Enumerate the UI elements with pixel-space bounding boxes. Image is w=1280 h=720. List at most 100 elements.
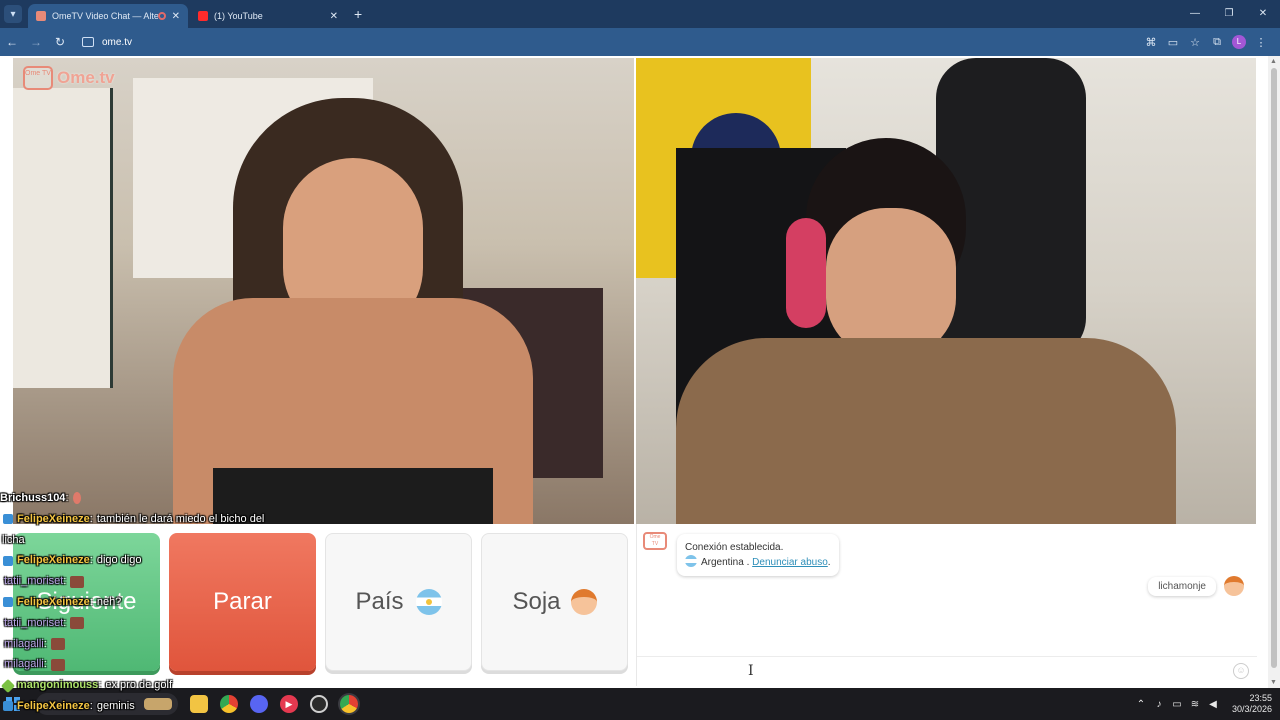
chat-input[interactable] xyxy=(637,657,1217,685)
ometv-page: Ome TV Ome.tv Siguiente Parar País Soja … xyxy=(0,56,1280,712)
system-bubble: Conexión establecida. Argentina . Denunc… xyxy=(677,534,839,576)
forward-button[interactable]: → xyxy=(24,35,48,49)
overlay-message: también le dará miedo el bicho del xyxy=(96,512,265,525)
close-tab-icon[interactable]: ✕ xyxy=(172,11,180,22)
overlay-user: FelipeXeineze xyxy=(17,595,90,608)
clock-time: 23:55 xyxy=(1249,693,1272,703)
stranger-video: Ome TV Ome.tv xyxy=(13,58,634,524)
menu-icon[interactable]: ⋮ xyxy=(1250,36,1272,49)
overlay-user: FelipeXeineze xyxy=(17,699,90,712)
tab-search-button[interactable]: ▾ xyxy=(4,5,22,23)
tab-title: OmeTV Video Chat — Alte xyxy=(52,11,158,21)
tab-ometv[interactable]: OmeTV Video Chat — Alte ✕ xyxy=(28,4,188,28)
new-tab-button[interactable]: + xyxy=(354,6,362,22)
clock[interactable]: 23:55 30/3/2026 xyxy=(1232,693,1272,715)
tab-youtube[interactable]: (1) YouTube ✕ xyxy=(190,4,346,28)
scroll-up-icon[interactable]: ▲ xyxy=(1270,58,1277,65)
overlay-sep: : xyxy=(89,699,93,712)
camera-site-icon xyxy=(82,37,94,47)
overlay-message: digo digo xyxy=(96,554,142,567)
overlay-sep: : xyxy=(63,616,67,629)
overlay-row: milagalli : xyxy=(0,654,320,675)
chat-panel: Ome TV Conexión establecida. Argentina . … xyxy=(636,524,1257,686)
overlay-sep: : xyxy=(43,637,47,650)
overlay-user: FelipeXeineze xyxy=(17,512,90,525)
reload-button[interactable]: ↻ xyxy=(48,35,72,49)
overlay-row: FelipeXeineze : geminis xyxy=(0,696,320,717)
page-scrollbar[interactable]: ▲ ▼ xyxy=(1268,56,1280,688)
bookmark-star-icon[interactable]: ☆ xyxy=(1184,36,1206,49)
emote-icon xyxy=(50,658,65,671)
chrome-profile-icon[interactable] xyxy=(340,695,358,713)
partner-country: Argentina xyxy=(701,557,744,568)
ometv-logo-text: Ome.tv xyxy=(57,68,115,87)
ometv-logo[interactable]: Ome TV Ome.tv xyxy=(23,66,115,90)
scrollbar-thumb[interactable] xyxy=(1271,68,1277,668)
overlay-user: milagalli xyxy=(4,637,44,650)
url-text: ome.tv xyxy=(102,36,133,48)
stream-chat-overlay: Brichuss104 : FelipeXeineze : también le … xyxy=(0,488,320,717)
address-toolbar: ← → ↻ ome.tv ⌘ ▭ ☆ ⧉ L ⋮ xyxy=(0,28,1280,56)
emoji-icon[interactable]: ☺ xyxy=(1233,663,1249,679)
overlay-user: Brichuss104 xyxy=(0,492,66,504)
overlay-user: milagalli xyxy=(4,658,44,671)
volume-icon[interactable]: ◀ xyxy=(1204,699,1222,710)
tab-title: (1) YouTube xyxy=(214,11,263,21)
back-button[interactable]: ← xyxy=(0,35,24,49)
overlay-message: licha xyxy=(2,533,25,546)
overlay-sep: : xyxy=(65,492,69,504)
system-tray: ⌃ ♪ ▭ ≋ ◀ 23:55 30/3/2026 xyxy=(1132,688,1272,720)
close-window-icon[interactable]: ✕ xyxy=(1246,0,1280,28)
badge-icon xyxy=(3,555,13,566)
overlay-user: tatii_moriset xyxy=(4,575,64,588)
my-message: lichamonje xyxy=(1148,576,1244,596)
emote-icon xyxy=(72,492,81,505)
overlay-message: ex pro de golf xyxy=(105,679,173,692)
close-tab-icon[interactable]: ✕ xyxy=(330,11,338,22)
emote-icon xyxy=(70,575,85,588)
my-message-bubble: lichamonje xyxy=(1148,576,1216,596)
gender-filter-button[interactable]: Soja xyxy=(481,533,628,671)
overlay-sep: : xyxy=(89,554,93,567)
period: . xyxy=(827,557,831,568)
report-abuse-link[interactable]: Denunciar abuso xyxy=(752,557,828,568)
extensions-icon[interactable]: ⧉ xyxy=(1206,36,1228,49)
country-filter-button[interactable]: País xyxy=(325,533,472,671)
overlay-row: tatii_moriset : xyxy=(0,571,320,592)
overlay-message: neh? xyxy=(96,595,122,608)
separator: . xyxy=(743,557,753,568)
omnibox[interactable]: ome.tv xyxy=(82,37,132,48)
badge-icon xyxy=(3,514,13,525)
overlay-row: mangonimouss : ex pro de golf xyxy=(0,675,320,696)
gender-label: Soja xyxy=(512,588,561,615)
clock-date: 30/3/2026 xyxy=(1231,704,1272,714)
microphone-icon[interactable]: ♪ xyxy=(1150,699,1168,710)
overlay-user: tatii_moriset xyxy=(4,616,64,629)
network-icon[interactable]: ▭ xyxy=(1168,699,1186,710)
emote-icon xyxy=(70,617,85,630)
scroll-down-icon[interactable]: ▼ xyxy=(1270,679,1277,686)
overlay-row: FelipeXeineze : neh? xyxy=(0,592,320,613)
overlay-sep: : xyxy=(63,575,67,588)
ometv-small-logo-icon: Ome TV xyxy=(643,532,667,550)
chevron-up-icon[interactable]: ⌃ xyxy=(1132,699,1150,710)
badge-icon xyxy=(3,701,13,712)
cast-icon[interactable]: ▭ xyxy=(1162,36,1184,49)
overlay-row: tatii_moriset : xyxy=(0,613,320,634)
wifi-icon[interactable]: ≋ xyxy=(1186,699,1204,710)
overlay-message: geminis xyxy=(96,699,135,712)
overlay-user: mangonimouss xyxy=(17,679,99,692)
argentina-flag-icon xyxy=(685,555,697,567)
overlay-sep: : xyxy=(43,658,47,671)
chat-input-area: I ☺ xyxy=(637,656,1257,686)
overlay-row: FelipeXeineze : digo digo xyxy=(0,550,320,571)
connection-status: Conexión establecida. xyxy=(685,542,784,553)
browser-tab-strip: ▾ OmeTV Video Chat — Alte ✕ (1) YouTube … xyxy=(0,0,1280,28)
minimize-icon[interactable]: — xyxy=(1178,0,1212,28)
restore-icon[interactable]: ❐ xyxy=(1212,0,1246,28)
profile-avatar[interactable]: L xyxy=(1232,35,1246,49)
system-message: Ome TV Conexión establecida. Argentina . … xyxy=(643,532,839,576)
overlay-row: Brichuss104 : xyxy=(0,488,320,509)
self-video xyxy=(636,58,1256,524)
translate-icon[interactable]: ⌘ xyxy=(1140,36,1162,49)
